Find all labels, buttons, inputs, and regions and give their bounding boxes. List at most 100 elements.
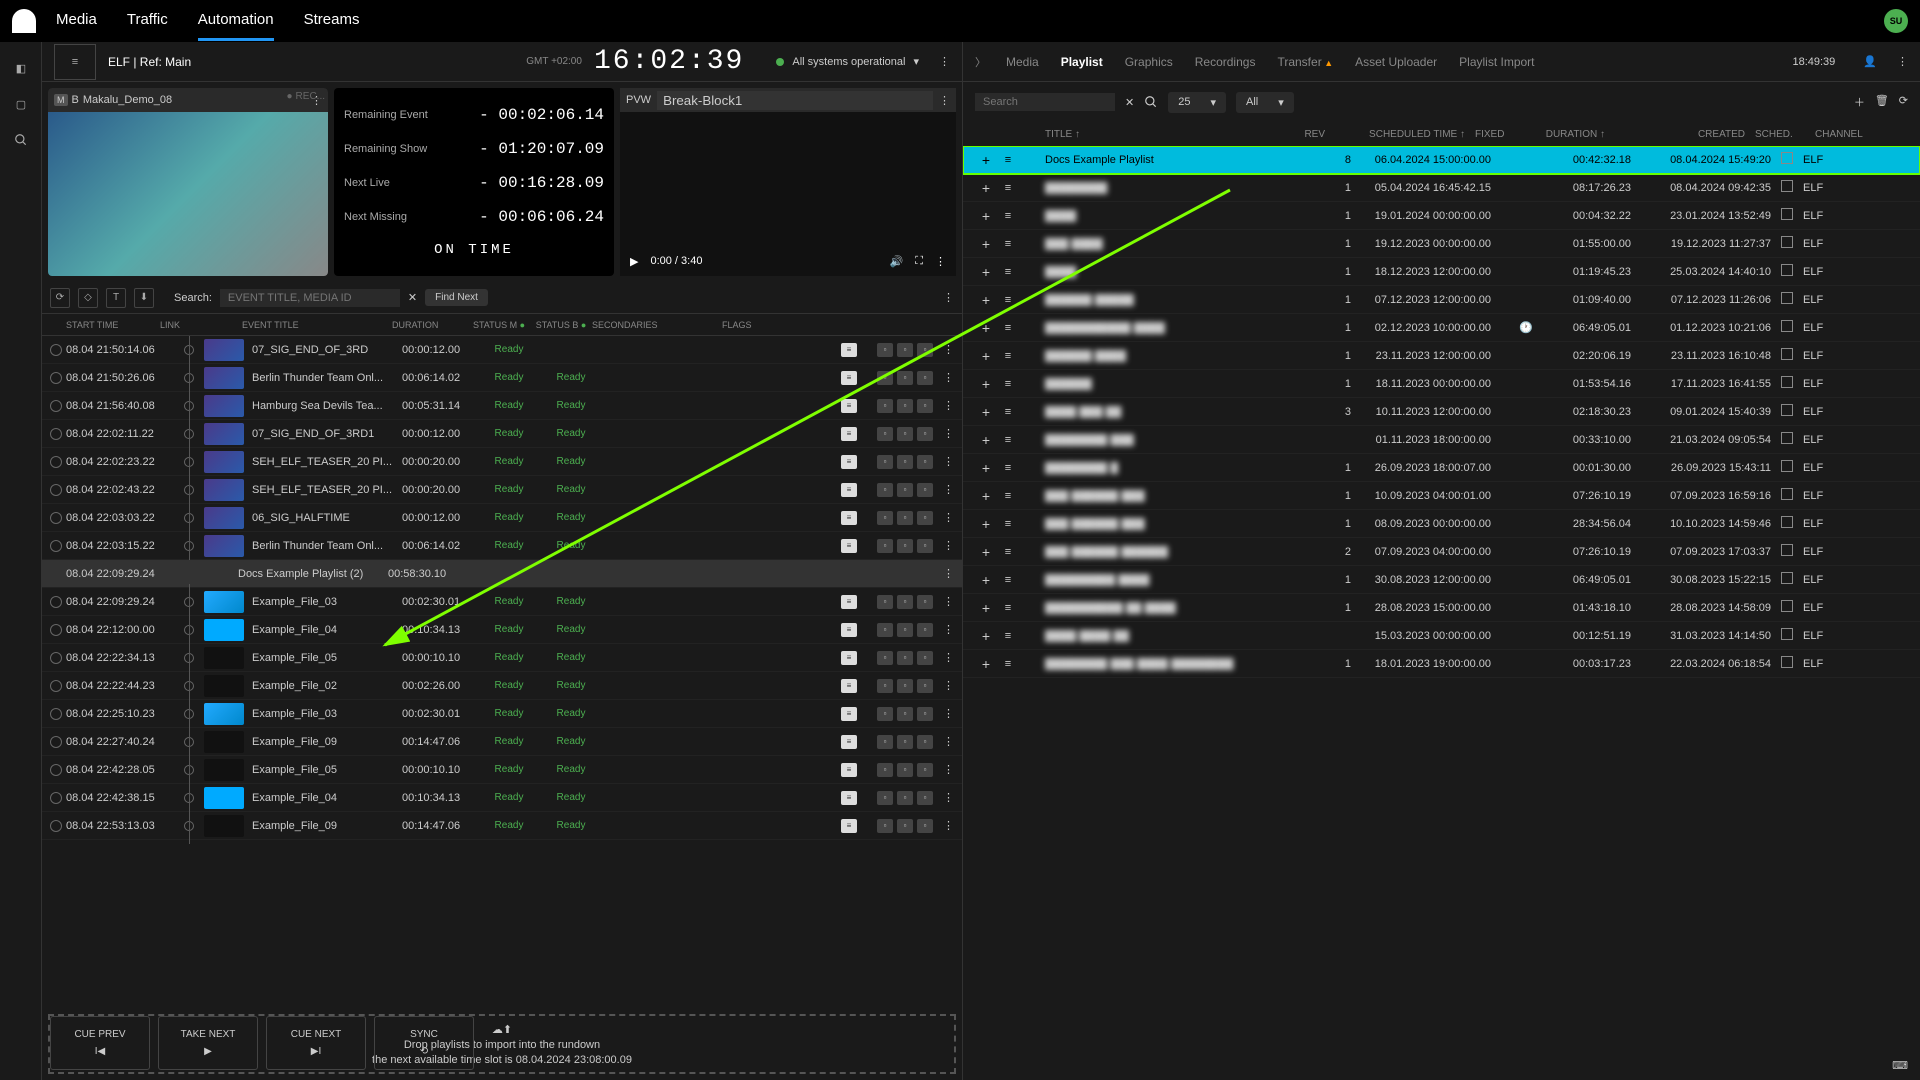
sched-checkbox[interactable] <box>1781 292 1793 304</box>
flag-icon-2[interactable]: ▫ <box>897 735 913 749</box>
event-thumbnail[interactable] <box>204 759 244 781</box>
delete-icon[interactable]: 🗑 <box>1875 94 1889 110</box>
sec-icon[interactable]: ≡ <box>841 427 857 441</box>
sec-icon[interactable]: ≡ <box>841 707 857 721</box>
link-dot-icon[interactable] <box>184 793 194 803</box>
rec-button[interactable]: ● REC... <box>287 91 326 102</box>
pvw-title-input[interactable] <box>657 91 933 110</box>
flag-icon-2[interactable]: ▫ <box>897 511 913 525</box>
playlist-row[interactable]: + ≡ Docs Example Playlist 8 06.04.2024 1… <box>963 146 1920 174</box>
rundown-row[interactable]: 08.04 22:42:38.15 Example_File_04 00:10:… <box>42 784 962 812</box>
add-playlist-icon[interactable]: + <box>975 348 997 364</box>
right-more-icon[interactable]: ⋮ <box>1897 55 1908 68</box>
sec-icon[interactable]: ≡ <box>841 539 857 553</box>
take-next-button[interactable]: TAKE NEXT▶ <box>158 1016 258 1070</box>
app-logo[interactable] <box>12 9 36 33</box>
sched-checkbox[interactable] <box>1781 516 1793 528</box>
row-more-icon[interactable]: ⋮ <box>943 791 954 804</box>
rundown-row[interactable]: 08.04 22:12:00.00 Example_File_04 00:10:… <box>42 616 962 644</box>
flag-icon-1[interactable]: ▫ <box>877 399 893 413</box>
rundown-row[interactable]: 08.04 22:02:43.22 SEH_ELF_TEASER_20 PI..… <box>42 476 962 504</box>
nav-tab-streams[interactable]: Streams <box>304 1 360 41</box>
playlist-row[interactable]: + ≡ ████████ ███ 01.11.2023 18:00:00.00 … <box>963 426 1920 454</box>
sched-checkbox[interactable] <box>1781 600 1793 612</box>
row-more-icon[interactable]: ⋮ <box>943 595 954 608</box>
playlist-row[interactable]: + ≡ ████████ 1 05.04.2024 16:45:42.15 08… <box>963 174 1920 202</box>
add-playlist-icon[interactable]: + <box>975 180 997 196</box>
add-playlist-icon[interactable]: + <box>975 516 997 532</box>
sec-icon[interactable]: ≡ <box>841 343 857 357</box>
row-more-icon[interactable]: ⋮ <box>943 735 954 748</box>
sched-checkbox[interactable] <box>1781 432 1793 444</box>
flag-icon-1[interactable]: ▫ <box>877 707 893 721</box>
sec-icon[interactable]: ≡ <box>841 399 857 413</box>
flag-icon-3[interactable]: ▫ <box>917 707 933 721</box>
add-playlist-icon[interactable]: + <box>975 432 997 448</box>
rundown-row[interactable]: 08.04 22:27:40.24 Example_File_09 00:14:… <box>42 728 962 756</box>
flag-icon-1[interactable]: ▫ <box>877 735 893 749</box>
add-playlist-icon[interactable]: + <box>975 488 997 504</box>
playlist-row[interactable]: + ≡ ████ ████ ██ 15.03.2023 00:00:00.00 … <box>963 622 1920 650</box>
add-playlist-icon[interactable]: + <box>975 600 997 616</box>
link-dot-icon[interactable] <box>184 821 194 831</box>
sched-checkbox[interactable] <box>1781 572 1793 584</box>
playlist-row[interactable]: + ≡ ███ ██████ ███ 1 08.09.2023 00:00:00… <box>963 510 1920 538</box>
flag-icon-3[interactable]: ▫ <box>917 763 933 777</box>
add-icon[interactable]: ＋ <box>1854 94 1865 110</box>
playlist-row[interactable]: + ≡ ██████ ████ 1 23.11.2023 12:00:00.00… <box>963 342 1920 370</box>
link-dot-icon[interactable] <box>184 513 194 523</box>
playlist-row[interactable]: + ≡ ███ ██████ ███ 1 10.09.2023 04:00:01… <box>963 482 1920 510</box>
right-tab-media[interactable]: Media <box>1006 55 1039 69</box>
playlist-row[interactable]: + ≡ ███ ██████ ██████ 2 07.09.2023 04:00… <box>963 538 1920 566</box>
sched-checkbox[interactable] <box>1781 460 1793 472</box>
rundown-row[interactable]: 08.04 21:50:26.06 Berlin Thunder Team On… <box>42 364 962 392</box>
nav-tab-media[interactable]: Media <box>56 1 97 41</box>
rundown-row[interactable]: 08.04 22:09:29.24 Example_File_03 00:02:… <box>42 588 962 616</box>
flag-icon-1[interactable]: ▫ <box>877 371 893 385</box>
sched-checkbox[interactable] <box>1781 628 1793 640</box>
flag-icon-3[interactable]: ▫ <box>917 539 933 553</box>
sched-checkbox[interactable] <box>1781 404 1793 416</box>
flag-icon-3[interactable]: ▫ <box>917 511 933 525</box>
flag-icon-3[interactable]: ▫ <box>917 791 933 805</box>
link-dot-icon[interactable] <box>184 457 194 467</box>
sched-checkbox[interactable] <box>1781 208 1793 220</box>
rundown-row[interactable]: 08.04 22:03:15.22 Berlin Thunder Team On… <box>42 532 962 560</box>
flag-icon-1[interactable]: ▫ <box>877 763 893 777</box>
link-dot-icon[interactable] <box>184 681 194 691</box>
rundown-row[interactable]: 08.04 22:03:03.22 06_SIG_HALFTIME 00:00:… <box>42 504 962 532</box>
flag-icon-2[interactable]: ▫ <box>897 623 913 637</box>
video-more-icon[interactable]: ⋮ <box>935 255 946 268</box>
link-dot-icon[interactable] <box>184 625 194 635</box>
link-dot-icon[interactable] <box>184 597 194 607</box>
playlist-row[interactable]: + ≡ ███ ████ 1 19.12.2023 00:00:00.00 01… <box>963 230 1920 258</box>
keyboard-icon[interactable]: ⌨ <box>1892 1059 1908 1072</box>
flag-icon-2[interactable]: ▫ <box>897 595 913 609</box>
flag-icon-2[interactable]: ▫ <box>897 399 913 413</box>
flag-icon-1[interactable]: ▫ <box>877 483 893 497</box>
row-more-icon[interactable]: ⋮ <box>943 623 954 636</box>
right-tab-playlist-import[interactable]: Playlist Import <box>1459 55 1534 69</box>
event-thumbnail[interactable] <box>204 787 244 809</box>
flag-icon-3[interactable]: ▫ <box>917 735 933 749</box>
rundown-row[interactable]: 08.04 22:02:11.22 07_SIG_END_OF_3RD1 00:… <box>42 420 962 448</box>
flag-icon-2[interactable]: ▫ <box>897 427 913 441</box>
rundown-row[interactable]: 08.04 22:22:44.23 Example_File_02 00:02:… <box>42 672 962 700</box>
sched-checkbox[interactable] <box>1781 320 1793 332</box>
add-playlist-icon[interactable]: + <box>975 404 997 420</box>
add-playlist-icon[interactable]: + <box>975 628 997 644</box>
playlist-row[interactable]: + ≡ ████ 1 18.12.2023 12:00:00.00 01:19:… <box>963 258 1920 286</box>
sched-checkbox[interactable] <box>1781 152 1793 164</box>
event-thumbnail[interactable] <box>204 703 244 725</box>
right-tab-graphics[interactable]: Graphics <box>1125 55 1173 69</box>
playlist-row[interactable]: + ≡ ██████ 1 18.11.2023 00:00:00.00 01:5… <box>963 370 1920 398</box>
sched-checkbox[interactable] <box>1781 348 1793 360</box>
sec-icon[interactable]: ≡ <box>841 595 857 609</box>
sync-button[interactable]: SYNC⟲ <box>374 1016 474 1070</box>
cue-next-button[interactable]: CUE NEXT▶I <box>266 1016 366 1070</box>
add-playlist-icon[interactable]: + <box>975 264 997 280</box>
cue-prev-button[interactable]: CUE PREVI◀ <box>50 1016 150 1070</box>
rundown-row[interactable]: 08.04 22:53:13.03 Example_File_09 00:14:… <box>42 812 962 840</box>
fullscreen-icon[interactable]: ⛶ <box>915 255 923 268</box>
play-icon[interactable]: ▶ <box>630 255 638 268</box>
